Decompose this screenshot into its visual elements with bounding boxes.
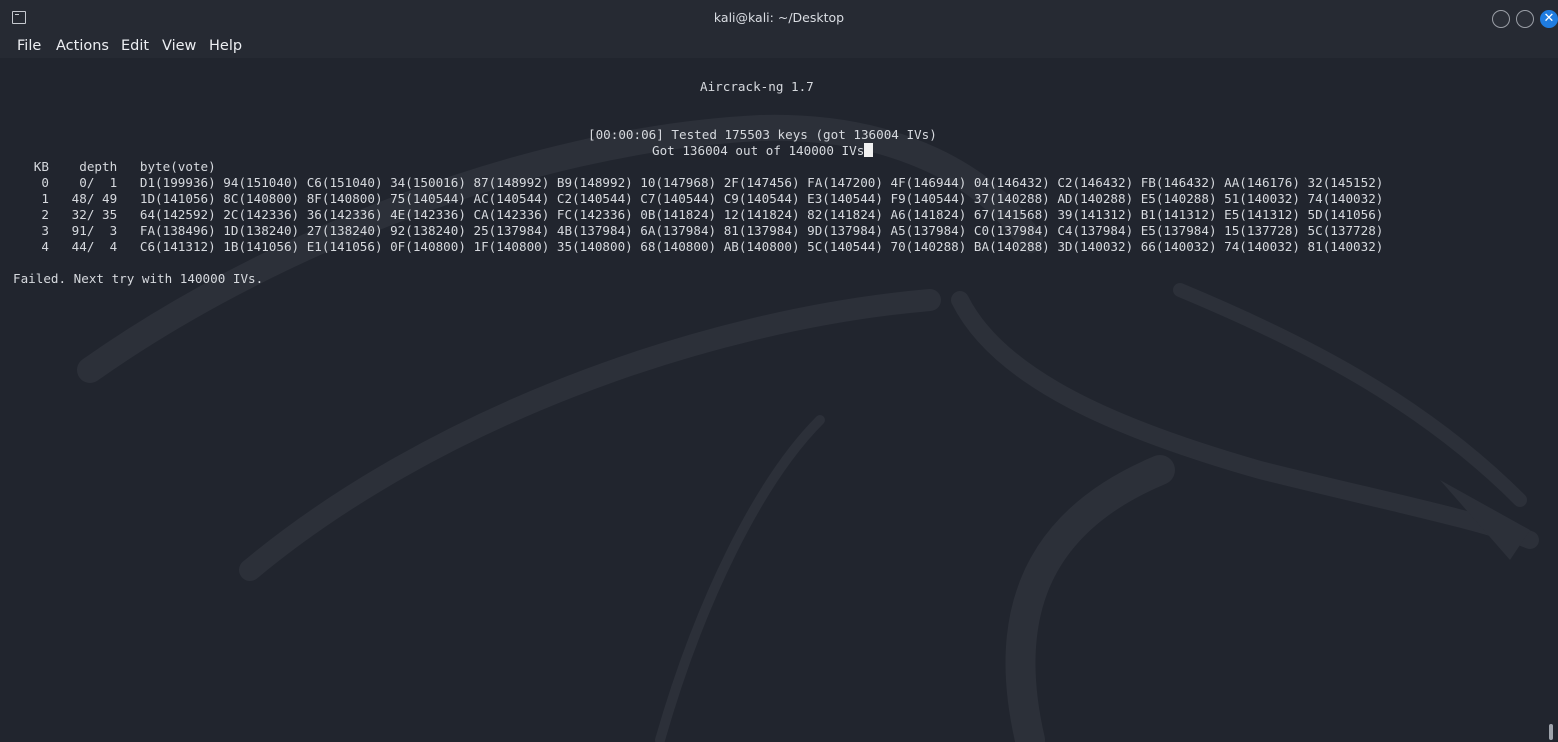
menu-edit[interactable]: Edit xyxy=(121,37,149,55)
table-row: 2 32/ 35 64(142592) 2C(142336) 36(142336… xyxy=(11,207,1384,222)
result-line: Failed. Next try with 140000 IVs. xyxy=(13,271,264,286)
text-cursor xyxy=(864,143,874,157)
scrollbar[interactable] xyxy=(1549,724,1553,740)
menu-view[interactable]: View xyxy=(162,37,196,55)
ivs-progress-line: Got 136004 out of 140000 IVs xyxy=(652,143,874,159)
table-row: 4 44/ 4 C6(141312) 1B(141056) E1(141056)… xyxy=(11,239,1384,254)
minimize-button[interactable] xyxy=(1492,10,1510,28)
menu-bar: File Actions Edit View Help xyxy=(0,34,1558,58)
menu-actions[interactable]: Actions xyxy=(56,37,109,55)
table-header: KB depth byte(vote) xyxy=(11,159,216,174)
table-row: 1 48/ 49 1D(141056) 8C(140800) 8F(140800… xyxy=(11,191,1384,206)
table-row: 0 0/ 1 D1(199936) 94(151040) C6(151040) … xyxy=(11,175,1384,190)
terminal-window: kali@kali: ~/Desktop ✕ File Actions Edit… xyxy=(0,0,1558,742)
window-title: kali@kali: ~/Desktop xyxy=(713,10,845,25)
menu-file[interactable]: File xyxy=(17,37,41,55)
status-line: [00:00:06] Tested 175503 keys (got 13600… xyxy=(588,127,937,142)
ivs-progress-text: Got 136004 out of 140000 IVs xyxy=(652,143,865,158)
title-bar[interactable]: kali@kali: ~/Desktop ✕ xyxy=(0,0,1558,34)
table-row: 3 91/ 3 FA(138496) 1D(138240) 27(138240)… xyxy=(11,223,1384,238)
maximize-button[interactable] xyxy=(1516,10,1534,28)
aircrack-banner: Aircrack-ng 1.7 xyxy=(700,79,814,94)
menu-help[interactable]: Help xyxy=(209,37,242,55)
close-button[interactable]: ✕ xyxy=(1540,10,1558,28)
terminal-output[interactable]: Aircrack-ng 1.7 [00:00:06] Tested 175503… xyxy=(0,58,1558,742)
